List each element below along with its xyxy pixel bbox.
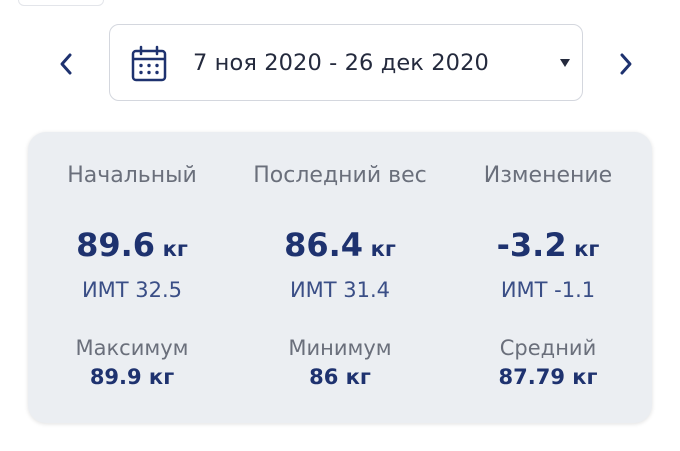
stat-sub-label: Минимум xyxy=(288,336,392,360)
stat-sub-value: 89.9 кг xyxy=(89,365,175,389)
stat-unit: кг xyxy=(162,237,188,261)
chevron-left-icon xyxy=(60,53,72,75)
stat-number: 86.4 xyxy=(284,226,364,264)
stat-number: 89.6 xyxy=(76,226,156,264)
weight-change-column: Изменение -3.2 кг ИМТ -1.1 Средний 87.79… xyxy=(444,132,652,423)
previous-period-button[interactable] xyxy=(46,44,86,84)
stat-bmi: ИМТ 31.4 xyxy=(289,278,391,302)
stat-main-value: 89.6 кг xyxy=(28,226,236,264)
stat-sub-label: Средний xyxy=(499,336,597,360)
stat-sub-label: Максимум xyxy=(75,336,189,360)
next-period-button[interactable] xyxy=(606,44,646,84)
stat-unit: кг xyxy=(370,237,396,261)
previous-card-edge xyxy=(18,0,104,6)
stat-bmi: ИМТ -1.1 xyxy=(500,278,596,302)
weight-summary-card: Начальный 89.6 кг ИМТ 32.5 Максимум 89.9… xyxy=(28,132,652,423)
stat-sub-value: 86 кг xyxy=(309,365,371,389)
stat-heading: Изменение xyxy=(483,163,613,188)
stat-unit: кг xyxy=(574,237,600,261)
stat-bmi: ИМТ 32.5 xyxy=(81,278,183,302)
stat-sub-value: 87.79 кг xyxy=(498,365,598,389)
stat-main-value: -3.2 кг xyxy=(444,226,652,264)
chevron-right-icon xyxy=(620,53,632,75)
stat-main-value: 86.4 кг xyxy=(236,226,444,264)
date-range-selector[interactable]: 7 ноя 2020 - 26 дек 2020 xyxy=(109,24,583,101)
stat-heading: Начальный xyxy=(67,163,197,188)
calendar-icon xyxy=(131,45,167,82)
latest-weight-column: Последний вес 86.4 кг ИМТ 31.4 Минимум 8… xyxy=(236,132,444,423)
starting-weight-column: Начальный 89.6 кг ИМТ 32.5 Максимум 89.9… xyxy=(28,132,236,423)
date-range-label: 7 ноя 2020 - 26 дек 2020 xyxy=(193,50,489,76)
dropdown-arrow-icon xyxy=(560,59,570,67)
stat-heading: Последний вес xyxy=(253,163,427,188)
stat-number: -3.2 xyxy=(496,226,567,264)
